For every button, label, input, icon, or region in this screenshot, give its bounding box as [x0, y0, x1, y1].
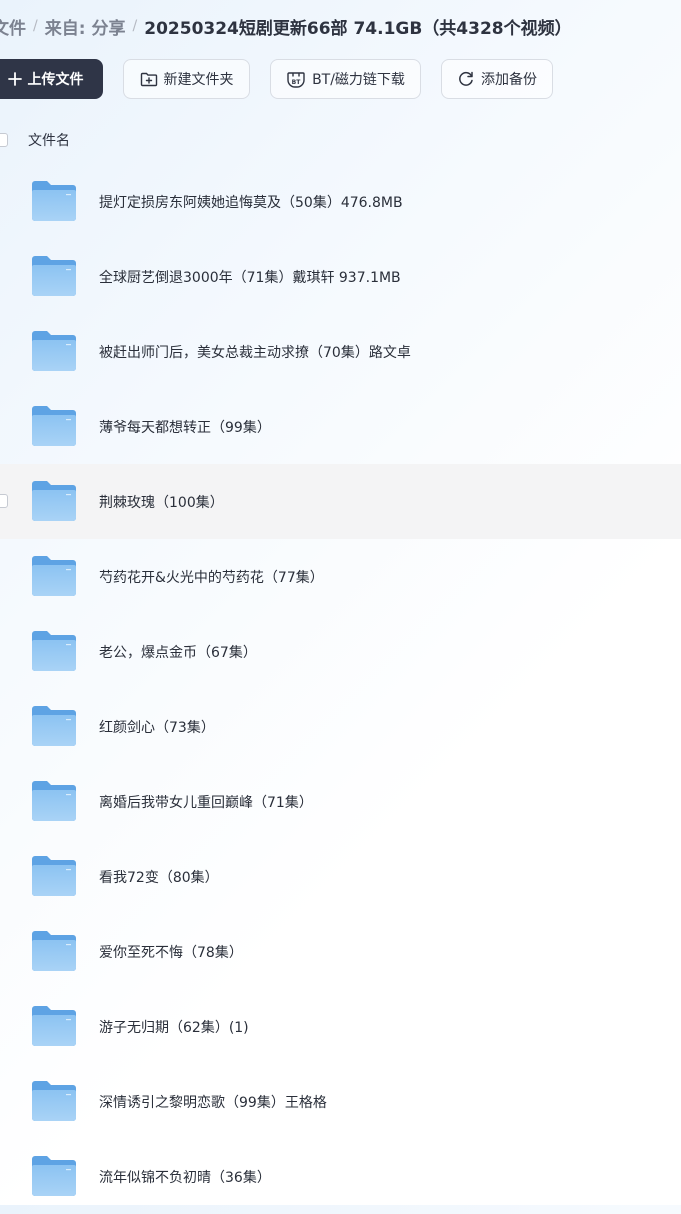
- folder-icon: [31, 1005, 77, 1047]
- folder-icon: [31, 630, 77, 672]
- file-name[interactable]: 游子无归期（62集）(1): [99, 1017, 249, 1037]
- breadcrumb-current: 20250324短剧更新66部 74.1GB（共4328个视频）: [144, 18, 572, 39]
- file-row[interactable]: 被赶出师门后，美女总裁主动求撩（70集）路文卓: [0, 314, 681, 389]
- upload-button-label: 上传文件: [27, 72, 84, 88]
- folder-icon: [31, 330, 77, 372]
- folder-icon: [31, 780, 77, 822]
- file-row[interactable]: 看我72变（80集）: [0, 839, 681, 914]
- folder-icon: [31, 855, 77, 897]
- file-row[interactable]: 薄爷每天都想转正（99集）: [0, 389, 681, 464]
- file-name[interactable]: 全球厨艺倒退3000年（71集）戴琪轩 937.1MB: [99, 267, 401, 287]
- file-row[interactable]: 流年似锦不负初晴（36集）: [0, 1139, 681, 1214]
- file-row[interactable]: 全球厨艺倒退3000年（71集）戴琪轩 937.1MB: [0, 239, 681, 314]
- folder-icon: [31, 555, 77, 597]
- breadcrumb-root[interactable]: 文件: [0, 14, 26, 39]
- bt-download-button[interactable]: BT BT/磁力链下载: [270, 59, 421, 99]
- breadcrumb-separator: /: [33, 18, 38, 34]
- folder-icon: [31, 480, 77, 522]
- file-row[interactable]: 离婚后我带女儿重回巅峰（71集）: [0, 764, 681, 839]
- add-backup-label: 添加备份: [481, 72, 537, 88]
- file-row[interactable]: 爱你至死不悔（78集）: [0, 914, 681, 989]
- bt-download-label: BT/磁力链下载: [312, 72, 405, 88]
- folder-icon: [31, 255, 77, 297]
- file-name[interactable]: 老公，爆点金币（67集）: [99, 642, 257, 662]
- file-name[interactable]: 红颜剑心（73集）: [99, 717, 215, 737]
- folder-icon: [31, 930, 77, 972]
- select-all-checkbox[interactable]: [0, 133, 8, 147]
- file-name[interactable]: 离婚后我带女儿重回巅峰（71集）: [99, 792, 313, 812]
- file-row[interactable]: 老公，爆点金币（67集）: [0, 614, 681, 689]
- folder-plus-icon: [140, 71, 158, 87]
- file-row[interactable]: 深情诱引之黎明恋歌（99集）王格格: [0, 1064, 681, 1139]
- breadcrumb-from: 来自:: [44, 18, 86, 39]
- file-name[interactable]: 被赶出师门后，美女总裁主动求撩（70集）路文卓: [99, 342, 411, 362]
- folder-icon: [31, 705, 77, 747]
- name-column-header[interactable]: 文件名: [28, 130, 70, 150]
- file-name[interactable]: 提灯定损房东阿姨她追悔莫及（50集）476.8MB: [99, 192, 403, 212]
- breadcrumb-share[interactable]: 分享: [92, 14, 126, 39]
- add-backup-button[interactable]: 添加备份: [441, 59, 553, 99]
- folder-icon: [31, 405, 77, 447]
- file-row[interactable]: 游子无归期（62集）(1): [0, 989, 681, 1064]
- file-name[interactable]: 流年似锦不负初晴（36集）: [99, 1167, 271, 1187]
- file-list: 提灯定损房东阿姨她追悔莫及（50集）476.8MB 全球厨艺倒退3000年（71集…: [0, 164, 681, 1214]
- file-name[interactable]: 薄爷每天都想转正（99集）: [99, 417, 271, 437]
- plus-icon: [7, 72, 22, 86]
- breadcrumb-separator: /: [132, 18, 138, 34]
- refresh-icon: [457, 70, 475, 88]
- svg-text:BT: BT: [292, 79, 302, 86]
- folder-icon: [31, 1080, 77, 1122]
- new-folder-label: 新建文件夹: [163, 72, 234, 88]
- list-header: 文件名: [0, 126, 681, 154]
- new-folder-button[interactable]: 新建文件夹: [123, 59, 250, 99]
- breadcrumb: 文件 / 来自: 分享 / 20250324短剧更新66部 74.1GB（共43…: [0, 14, 572, 39]
- folder-icon: [31, 180, 77, 222]
- file-row[interactable]: 芍药花开&火光中的芍药花（77集）: [0, 539, 681, 614]
- upload-button[interactable]: 上传文件: [0, 59, 103, 99]
- file-name[interactable]: 芍药花开&火光中的芍药花（77集）: [99, 567, 324, 587]
- folder-icon: [31, 1155, 77, 1197]
- file-row[interactable]: 荆棘玫瑰（100集）: [0, 464, 681, 539]
- row-checkbox[interactable]: [0, 494, 8, 508]
- file-name[interactable]: 看我72变（80集）: [99, 867, 219, 887]
- file-row[interactable]: 红颜剑心（73集）: [0, 689, 681, 764]
- file-name[interactable]: 深情诱引之黎明恋歌（99集）王格格: [99, 1092, 327, 1112]
- file-name[interactable]: 荆棘玫瑰（100集）: [99, 492, 224, 512]
- magnet-bt-icon: BT: [286, 70, 306, 88]
- file-row[interactable]: 提灯定损房东阿姨她追悔莫及（50集）476.8MB: [0, 164, 681, 239]
- file-name[interactable]: 爱你至死不悔（78集）: [99, 942, 243, 962]
